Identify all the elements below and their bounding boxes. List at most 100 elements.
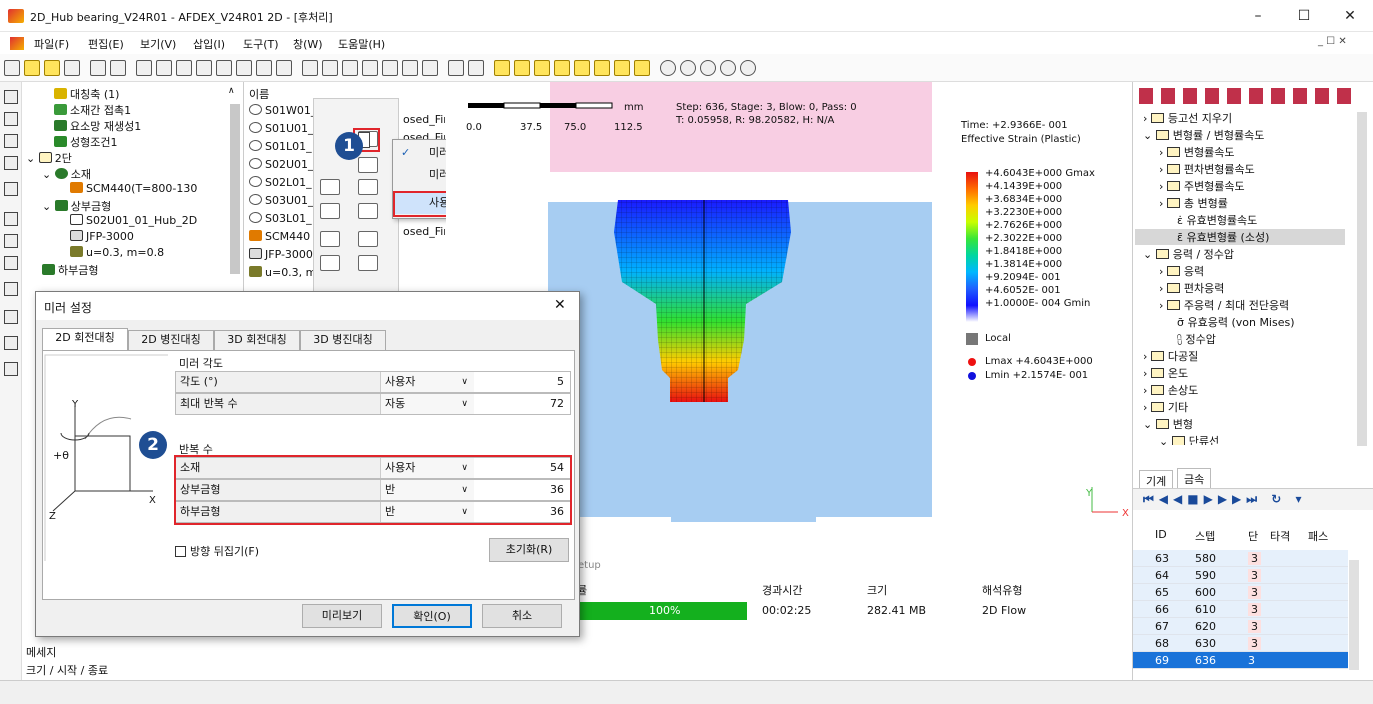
open-folder2-icon[interactable] bbox=[44, 60, 60, 76]
mdi-controls[interactable]: _ ☐ ✕ bbox=[1318, 36, 1347, 47]
expand-icon[interactable]: ⌄ bbox=[42, 200, 55, 213]
table-row[interactable]: 67 620 3 bbox=[1133, 618, 1348, 635]
new-file-icon[interactable] bbox=[4, 60, 20, 76]
menu-window[interactable]: 창(W) bbox=[293, 36, 323, 52]
tree-item[interactable]: › 주변형률속도 bbox=[1159, 178, 1245, 194]
tool-grid-icon[interactable] bbox=[4, 310, 18, 324]
tree-item[interactable]: › 편차변형률속도 bbox=[1159, 161, 1255, 177]
mesh3-icon[interactable] bbox=[342, 60, 358, 76]
grid-scrollbar[interactable] bbox=[1349, 560, 1359, 670]
tree-item[interactable]: › 편차응력 bbox=[1159, 280, 1224, 296]
cube2-icon[interactable] bbox=[514, 60, 530, 76]
tree-item[interactable]: 하부금형 bbox=[42, 262, 98, 278]
table-row[interactable]: 68 630 3 bbox=[1133, 635, 1348, 652]
save-icon[interactable] bbox=[64, 60, 80, 76]
menu-file[interactable]: 파일(F) bbox=[34, 36, 69, 52]
tree-item[interactable]: ⌄ 단류선 bbox=[1159, 433, 1219, 445]
camera-icon[interactable] bbox=[448, 60, 464, 76]
close-button[interactable]: ✕ bbox=[1327, 0, 1373, 32]
pan-hand-icon[interactable] bbox=[720, 60, 736, 76]
circle-tool-icon[interactable] bbox=[358, 255, 378, 271]
tool-report-icon[interactable] bbox=[4, 362, 18, 376]
tool-layout-icon[interactable] bbox=[4, 212, 18, 226]
angle-value[interactable]: 5 bbox=[474, 372, 570, 392]
tool-material-icon[interactable] bbox=[4, 112, 18, 126]
view-shade-icon[interactable] bbox=[276, 60, 292, 76]
table-row[interactable]: 69 636 3 bbox=[1133, 652, 1348, 669]
tree-item[interactable]: › 온도 bbox=[1143, 365, 1188, 381]
tab-2d-translation[interactable]: 2D 병진대칭 bbox=[128, 330, 214, 350]
menu-insert[interactable]: 삽입(I) bbox=[193, 36, 225, 52]
tree-item[interactable]: › 변형률속도 bbox=[1159, 144, 1235, 160]
tree-scrollbar[interactable] bbox=[230, 104, 240, 274]
tree-item[interactable]: 소재간 접촉1 bbox=[54, 102, 131, 118]
mesh2-icon[interactable] bbox=[322, 60, 338, 76]
pin-icon[interactable] bbox=[358, 203, 378, 219]
tree-item[interactable]: › 손상도 bbox=[1143, 382, 1198, 398]
tool-cube-icon[interactable] bbox=[4, 256, 18, 270]
open-folder-icon[interactable] bbox=[24, 60, 40, 76]
list-item[interactable]: JFP-3000 bbox=[249, 248, 313, 261]
scroll-up-icon[interactable]: ∧ bbox=[228, 86, 235, 96]
view-top-icon[interactable] bbox=[216, 60, 232, 76]
tree-item[interactable]: u=0.3, m=0.8 bbox=[70, 246, 164, 259]
list-item[interactable]: S03U01_ bbox=[249, 194, 314, 207]
cube3-icon[interactable] bbox=[534, 60, 550, 76]
menu-help[interactable]: 도움말(H) bbox=[338, 36, 385, 52]
view-left-icon[interactable] bbox=[176, 60, 192, 76]
mesh-icon[interactable] bbox=[302, 60, 318, 76]
table-row[interactable]: 63 580 3 bbox=[1133, 550, 1348, 567]
menu-view[interactable]: 보기(V) bbox=[140, 36, 176, 52]
tool-display-icon[interactable] bbox=[4, 156, 18, 170]
tree-item[interactable]: › 총 변형률 bbox=[1159, 195, 1228, 211]
tab-2d-rotation[interactable]: 2D 회전대칭 bbox=[42, 328, 128, 350]
angle-mode-select[interactable]: 사용자 ∨ bbox=[380, 372, 474, 392]
tool-tree-icon[interactable] bbox=[4, 90, 18, 104]
result-toolbar[interactable] bbox=[1139, 88, 1359, 104]
clip-icon[interactable] bbox=[358, 157, 378, 173]
zoom-window-icon[interactable] bbox=[700, 60, 716, 76]
table-row[interactable]: 65 600 3 bbox=[1133, 584, 1348, 601]
tool-bracket-icon[interactable] bbox=[4, 282, 18, 296]
list-item[interactable]: u=0.3, m bbox=[249, 266, 316, 279]
rotate-icon[interactable] bbox=[614, 60, 630, 76]
axis-tool-icon[interactable] bbox=[358, 231, 378, 247]
tree-item[interactable]: SCM440(T=800-130 bbox=[70, 182, 197, 195]
flip-checkbox[interactable]: 방향 뒤집기(F) bbox=[175, 543, 259, 559]
minimize-button[interactable]: – bbox=[1235, 0, 1281, 32]
view-iso-icon[interactable] bbox=[256, 60, 272, 76]
stamp-icon[interactable] bbox=[320, 179, 340, 195]
view-back-icon[interactable] bbox=[156, 60, 172, 76]
tree-item[interactable]: › 다공질 bbox=[1143, 348, 1198, 364]
tree-item[interactable]: ⌄ 소재 bbox=[42, 166, 91, 182]
tree-item[interactable]: › 주응력 / 최대 전단응력 bbox=[1159, 297, 1289, 313]
tree-item[interactable]: 대칭축 (1) bbox=[54, 86, 119, 102]
wrench-icon[interactable] bbox=[422, 60, 438, 76]
tab-machine[interactable]: 기계 bbox=[1139, 470, 1174, 488]
cube6-icon[interactable] bbox=[594, 60, 610, 76]
rotate-view-icon[interactable] bbox=[740, 60, 756, 76]
dialog-close-button[interactable]: ✕ bbox=[554, 297, 566, 313]
rotate2-icon[interactable] bbox=[634, 60, 650, 76]
list-item[interactable]: SCM440 bbox=[249, 230, 310, 243]
list-item[interactable]: S01W01_ bbox=[249, 104, 316, 117]
tab-metal[interactable]: 금속 bbox=[1177, 468, 1212, 488]
mesh4-icon[interactable] bbox=[362, 60, 378, 76]
view-right-icon[interactable] bbox=[196, 60, 212, 76]
tree-item[interactable]: › 기타 bbox=[1143, 399, 1188, 415]
tree-item[interactable]: 성형조건1 bbox=[54, 134, 117, 150]
chart-icon[interactable] bbox=[468, 60, 484, 76]
maxrep-mode-select[interactable]: 자동 ∨ bbox=[380, 394, 474, 414]
tree-item[interactable]: ⌄ 응력 / 정수압 bbox=[1143, 246, 1234, 262]
mesh5-icon[interactable] bbox=[382, 60, 398, 76]
playback-controls[interactable]: ⏮◀◀■▶▶▶⏭ ↻ ▾ bbox=[1133, 488, 1373, 510]
tool-layout2-icon[interactable] bbox=[4, 234, 18, 248]
export-icon[interactable] bbox=[110, 60, 126, 76]
preview-button[interactable]: 미리보기 bbox=[302, 604, 382, 628]
list-item[interactable]: S02L01_ bbox=[249, 176, 312, 189]
tree-item[interactable]: ⌄ 변형률 / 변형률속도 bbox=[1143, 127, 1264, 143]
list-item[interactable]: S01U01_ bbox=[249, 122, 314, 135]
tree-item[interactable]: › 응력 bbox=[1159, 263, 1204, 279]
expand-icon[interactable]: ⌄ bbox=[26, 152, 39, 165]
zoom-fit-icon[interactable] bbox=[660, 60, 676, 76]
